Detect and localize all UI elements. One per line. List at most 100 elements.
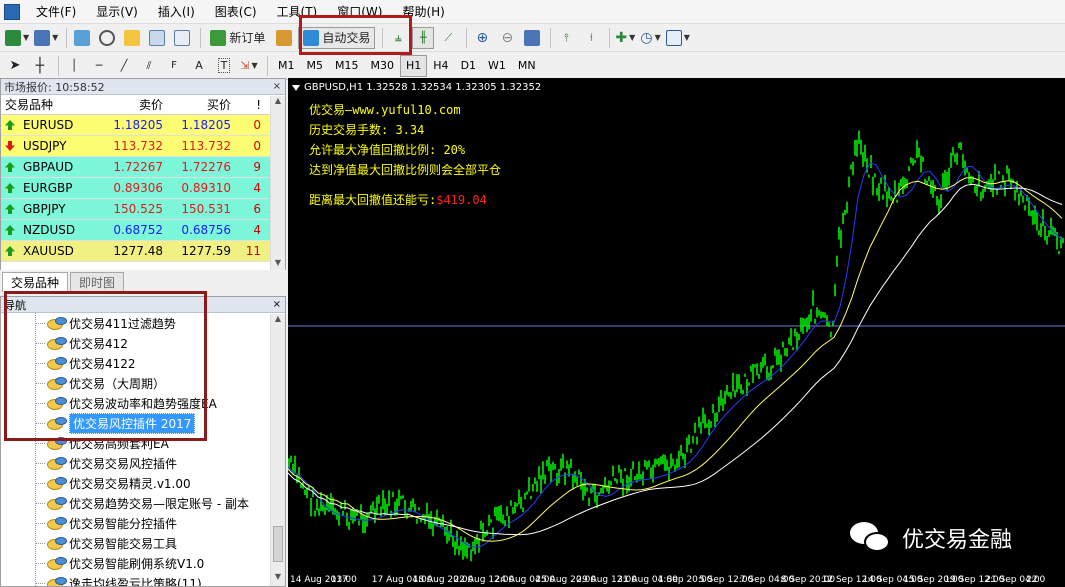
candle-chart-button[interactable]: ╫ — [412, 26, 435, 49]
shapes-button[interactable]: ⇲ ▼ — [238, 55, 260, 77]
chart-shift-button[interactable]: ⫮ — [580, 27, 602, 49]
menu-tools[interactable]: 工具(T) — [267, 3, 328, 20]
vertical-line-tool[interactable]: │ — [63, 55, 85, 77]
price-chart[interactable]: GBPUSD,H1 1.32528 1.32534 1.32305 1.3235… — [288, 78, 1065, 587]
tf-h1[interactable]: H1 — [400, 54, 428, 77]
trendline-tool[interactable]: ╱ — [113, 55, 135, 77]
navigator-scrollbar[interactable]: ▲ ▼ — [270, 314, 285, 586]
expert-advisor-item[interactable]: 优交易（大周期） — [1, 373, 285, 393]
horizontal-line-tool[interactable]: ─ — [88, 55, 110, 77]
strategy-tester-button[interactable] — [171, 27, 193, 49]
tf-w1[interactable]: W1 — [482, 55, 512, 77]
fibonacci-tool[interactable]: F — [163, 55, 185, 77]
zoom-out-button[interactable]: ⊖ — [496, 27, 518, 49]
tf-h4[interactable]: H4 — [427, 55, 454, 77]
menu-view[interactable]: 显示(V) — [86, 3, 148, 20]
close-icon[interactable]: × — [273, 81, 285, 92]
indicators-button[interactable]: ✚ ▼ — [614, 27, 636, 49]
watermark-text: 优交易金融 — [902, 528, 1013, 553]
zoom-in-button[interactable]: ⊕ — [471, 27, 493, 49]
symbol-cell: EURUSD — [1, 118, 99, 132]
tab-tick-chart[interactable]: 即时图 — [70, 272, 125, 292]
arrow-up-icon — [5, 204, 15, 214]
quote-row[interactable]: GBPAUD 1.72267 1.72276 9 — [1, 157, 285, 178]
scroll-up-icon[interactable]: ▲ — [271, 314, 285, 328]
expert-advisor-item[interactable]: 优交易智能交易工具 — [1, 533, 285, 553]
quote-row[interactable]: GBPJPY 150.525 150.531 6 — [1, 199, 285, 220]
close-icon[interactable]: × — [273, 299, 285, 310]
col-bid[interactable]: 卖价 — [99, 96, 167, 113]
navigator-button[interactable] — [121, 27, 143, 49]
tf-m15[interactable]: M15 — [329, 55, 365, 77]
market-watch-scrollbar[interactable]: ▲ ▼ — [270, 96, 285, 272]
symbol-name: EURUSD — [23, 118, 74, 132]
symbol-name: NZDUSD — [23, 223, 76, 237]
crosshair-tool[interactable]: ┼ — [29, 55, 51, 77]
col-ask[interactable]: 买价 — [167, 96, 235, 113]
bar-chart-button[interactable]: ⫨ — [387, 27, 409, 49]
expert-advisor-label: 优交易风控插件 2017 — [69, 412, 196, 434]
arrow-up-icon — [5, 183, 15, 193]
text-tool[interactable]: A — [188, 55, 210, 77]
menu-file[interactable]: 文件(F) — [26, 3, 86, 20]
menu-help[interactable]: 帮助(H) — [392, 3, 454, 20]
quote-row[interactable]: EURGBP 0.89306 0.89310 4 — [1, 178, 285, 199]
expert-advisor-item[interactable]: 优交易风控插件 2017 — [1, 412, 285, 434]
menu-insert[interactable]: 插入(I) — [148, 3, 205, 20]
terminal-button[interactable] — [146, 27, 168, 49]
expert-advisor-item[interactable]: 优交易411过滤趋势 — [1, 313, 285, 333]
metaeditor-button[interactable] — [273, 27, 295, 49]
tf-mn[interactable]: MN — [512, 55, 542, 77]
market-watch-title: 市场报价: 10:58:52 — [4, 80, 105, 94]
expert-advisor-item[interactable]: 优交易412 — [1, 333, 285, 353]
profiles-button[interactable]: ▼ — [33, 27, 59, 49]
expert-advisor-item[interactable]: 优交易智能分控插件 — [1, 513, 285, 533]
ask-cell: 113.732 — [181, 139, 231, 153]
tf-m5[interactable]: M5 — [301, 55, 330, 77]
templates-button[interactable]: ▼ — [665, 27, 691, 49]
quote-row[interactable]: EURUSD 1.18205 1.18205 0 — [1, 115, 285, 136]
menu-charts[interactable]: 图表(C) — [205, 3, 267, 20]
data-window-button[interactable] — [96, 27, 118, 49]
col-symbol[interactable]: 交易品种 — [1, 96, 99, 113]
expert-advisor-label: 优交易411过滤趋势 — [69, 316, 176, 331]
terminal-icon — [149, 29, 166, 46]
new-chart-button[interactable]: ▼ — [4, 27, 30, 49]
expert-advisor-item[interactable]: 优交易高频套利EA — [1, 433, 285, 453]
autoscroll-icon: ⫯ — [563, 30, 569, 44]
tab-symbols[interactable]: 交易品种 — [2, 272, 69, 292]
col-spread[interactable]: ! — [235, 98, 265, 112]
expert-advisor-item[interactable]: 优交易交易精灵.v1.00 — [1, 473, 285, 493]
quote-row[interactable]: USDJPY 113.732 113.732 0 — [1, 136, 285, 157]
periods-button[interactable]: ◷ ▼ — [639, 27, 661, 49]
quote-row[interactable]: XAUUSD 1277.48 1277.59 11 — [1, 241, 285, 262]
expert-advisor-item[interactable]: 优交易波动率和趋势强度EA — [1, 393, 285, 413]
line-chart-button[interactable]: ⟋ — [437, 27, 459, 49]
new-order-button[interactable]: 新订单 — [205, 27, 270, 49]
expert-advisor-item[interactable]: 优交易交易风控插件 — [1, 453, 285, 473]
expert-advisor-item[interactable]: 优交易4122 — [1, 353, 285, 373]
tf-m30[interactable]: M30 — [365, 55, 401, 77]
market-watch-button[interactable] — [71, 27, 93, 49]
autoscroll-button[interactable]: ⫯ — [555, 27, 577, 49]
tf-m1[interactable]: M1 — [272, 55, 301, 77]
scroll-thumb[interactable] — [273, 526, 283, 562]
crosshair-icon: ┼ — [35, 57, 45, 74]
auto-trading-button[interactable]: 自动交易 — [298, 26, 376, 49]
expert-advisor-icon — [47, 417, 67, 430]
tile-windows-icon — [524, 29, 541, 46]
channel-tool[interactable]: ⫽ — [138, 55, 160, 77]
label-tool[interactable]: T — [213, 55, 235, 77]
tile-windows-button[interactable] — [521, 27, 543, 49]
expert-advisor-item[interactable]: 优交易趋势交易—限定账号 - 副本 — [1, 493, 285, 513]
menu-window[interactable]: 窗口(W) — [327, 3, 392, 20]
cursor-tool[interactable]: ➤ — [4, 55, 26, 77]
expert-advisor-item[interactable]: 逸走均线盈亏比策略(11) — [1, 573, 285, 586]
expert-advisor-item[interactable]: 优交易智能刷佣系统V1.0 — [1, 553, 285, 573]
quote-row[interactable]: NZDUSD 0.68752 0.68756 4 — [1, 220, 285, 241]
expert-advisor-icon — [47, 377, 67, 390]
scroll-down-icon[interactable]: ▼ — [271, 572, 285, 586]
tf-d1[interactable]: D1 — [455, 55, 482, 77]
scroll-up-icon[interactable]: ▲ — [271, 96, 285, 110]
expert-advisor-label: 优交易交易精灵.v1.00 — [69, 476, 191, 491]
